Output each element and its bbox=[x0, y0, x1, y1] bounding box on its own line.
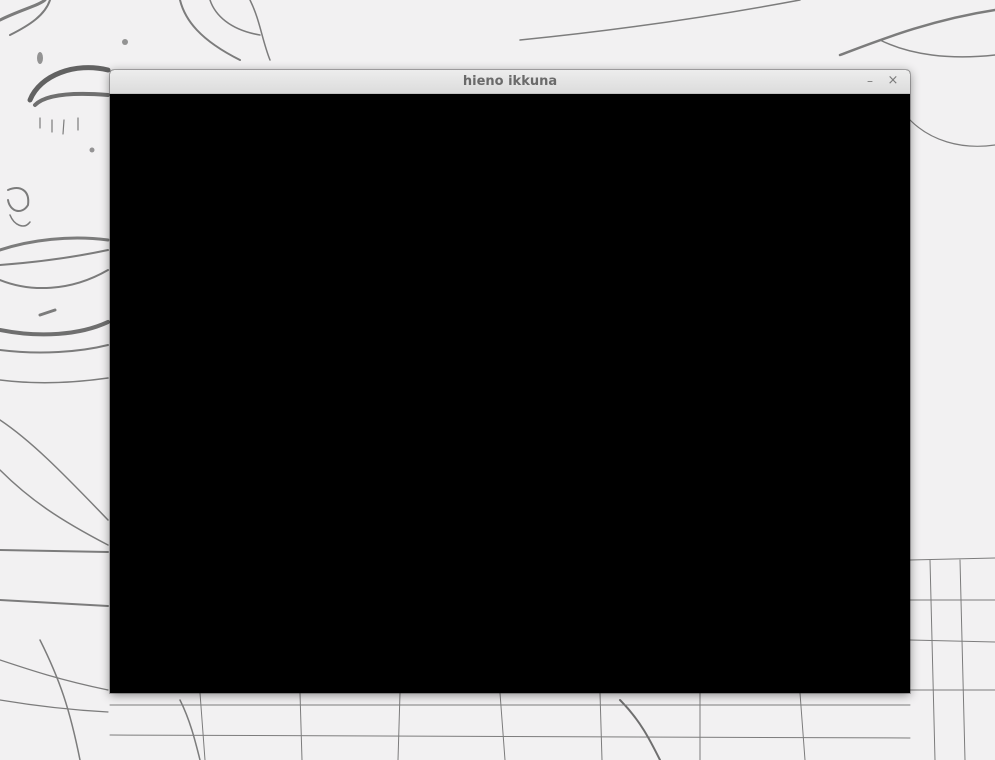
app-window: hieno ikkuna – × bbox=[110, 70, 910, 693]
close-icon[interactable]: × bbox=[885, 73, 901, 89]
window-title: hieno ikkuna bbox=[462, 74, 558, 89]
window-content-area[interactable] bbox=[110, 94, 910, 693]
minimize-icon[interactable]: – bbox=[862, 73, 878, 89]
window-titlebar[interactable]: hieno ikkuna – × bbox=[110, 70, 910, 94]
desktop: hieno ikkuna – × bbox=[0, 0, 995, 760]
